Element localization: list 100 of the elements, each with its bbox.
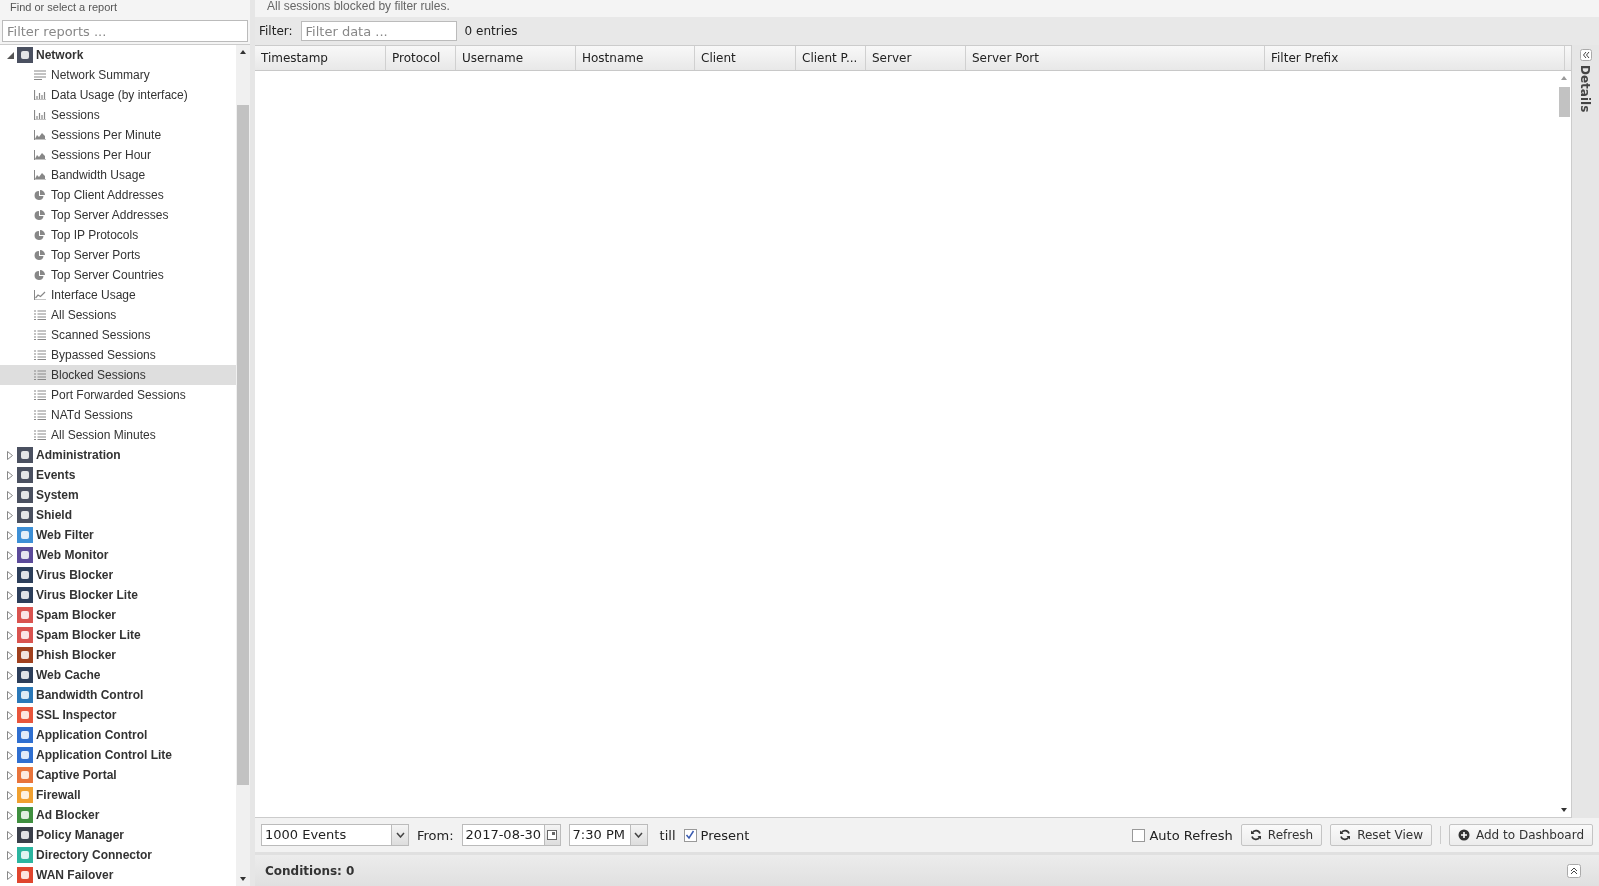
search-field[interactable]: Filter reports ... xyxy=(2,20,248,42)
expand-icon[interactable] xyxy=(5,490,15,500)
report-item[interactable]: Network Summary xyxy=(0,65,236,85)
report-item[interactable]: Interface Usage xyxy=(0,285,236,305)
filter-label: Filter: xyxy=(259,24,293,38)
tree-category[interactable]: Virus Blocker Lite xyxy=(36,588,138,602)
column-header[interactable]: Username xyxy=(456,46,576,70)
report-item[interactable]: Sessions xyxy=(0,105,236,125)
report-item[interactable]: Sessions Per Hour xyxy=(0,145,236,165)
expand-icon[interactable] xyxy=(5,470,15,480)
expand-icon[interactable] xyxy=(5,670,15,680)
scroll-thumb[interactable] xyxy=(1558,87,1570,117)
tree-category[interactable]: Events xyxy=(36,468,76,482)
tree-category[interactable]: Captive Portal xyxy=(36,768,117,782)
report-item[interactable]: All Sessions xyxy=(0,305,236,325)
toolbar-button[interactable]: Refresh xyxy=(1240,824,1323,846)
scrollbar[interactable] xyxy=(236,45,250,886)
report-item[interactable]: Top Client Addresses xyxy=(0,185,236,205)
report-item[interactable]: Bandwidth Usage xyxy=(0,165,236,185)
expand-icon[interactable] xyxy=(5,750,15,760)
expand-icon[interactable] xyxy=(5,550,15,560)
tree-category[interactable]: Application Control Lite xyxy=(36,748,172,762)
collapse-left-icon[interactable] xyxy=(1579,49,1592,61)
list-icon xyxy=(34,430,46,440)
toolbar-button[interactable]: Reset View xyxy=(1330,824,1432,846)
tree-category[interactable]: Web Cache xyxy=(36,668,101,682)
tree-category[interactable]: Web Monitor xyxy=(36,548,109,562)
check-icon xyxy=(685,830,696,840)
report-item[interactable]: Top IP Protocols xyxy=(0,225,236,245)
tree-category[interactable]: Spam Blocker xyxy=(36,608,117,622)
report-item[interactable]: Top Server Ports xyxy=(0,245,236,265)
scroll-down-icon[interactable] xyxy=(237,875,249,883)
report-item[interactable]: Port Forwarded Sessions xyxy=(0,385,236,405)
calendar-icon xyxy=(547,830,558,840)
expand-icon[interactable] xyxy=(5,570,15,580)
tree-category[interactable]: WAN Failover xyxy=(36,868,114,882)
tree-category[interactable]: Application Control xyxy=(36,728,148,742)
expand-icon[interactable] xyxy=(5,730,15,740)
tree-category[interactable]: Directory Connector xyxy=(36,848,153,862)
expand-icon[interactable] xyxy=(5,830,15,840)
report-item[interactable]: Top Server Countries xyxy=(0,265,236,285)
report-item[interactable]: Blocked Sessions xyxy=(0,365,236,385)
column-header[interactable]: Server Port xyxy=(966,46,1265,70)
pie-chart-icon xyxy=(34,209,45,221)
auto-refresh-checkbox[interactable]: Auto Refresh xyxy=(1132,827,1233,843)
report-item[interactable]: NATd Sessions xyxy=(0,405,236,425)
expand-icon[interactable] xyxy=(5,630,15,640)
expand-icon[interactable] xyxy=(5,450,15,460)
expand-icon[interactable] xyxy=(5,590,15,600)
column-header[interactable]: Filter Prefix xyxy=(1265,46,1565,70)
expand-icon[interactable] xyxy=(5,770,15,780)
tree-category[interactable]: Ad Blocker xyxy=(36,808,100,822)
expand-icon[interactable] xyxy=(5,710,15,720)
scroll-down-icon[interactable] xyxy=(1558,806,1570,814)
report-item[interactable]: Data Usage (by interface) xyxy=(0,85,236,105)
expand-up-icon[interactable] xyxy=(1567,863,1581,878)
present-checkbox[interactable]: Present xyxy=(683,827,750,843)
collapse-icon[interactable] xyxy=(5,51,15,59)
tree-category[interactable]: Bandwidth Control xyxy=(36,688,144,702)
expand-icon[interactable] xyxy=(5,850,15,860)
toolbar-button[interactable]: Add to Dashboard xyxy=(1449,824,1593,846)
time-dropdown[interactable]: 7:30 PM xyxy=(568,824,648,846)
scroll-thumb[interactable] xyxy=(237,105,249,785)
expand-icon[interactable] xyxy=(5,810,15,820)
tree-category[interactable]: Policy Manager xyxy=(36,828,125,842)
column-header[interactable]: Client xyxy=(695,46,796,70)
report-item[interactable]: Sessions Per Minute xyxy=(0,125,236,145)
report-item[interactable]: Scanned Sessions xyxy=(0,325,236,345)
scroll-up-icon[interactable] xyxy=(237,48,249,56)
tree-category[interactable]: Phish Blocker xyxy=(36,648,117,662)
column-header[interactable]: Protocol xyxy=(386,46,456,70)
tree-category[interactable]: Firewall xyxy=(36,788,81,802)
tree-category[interactable]: Virus Blocker xyxy=(36,568,114,582)
column-header[interactable]: Hostname xyxy=(576,46,695,70)
expand-icon[interactable] xyxy=(5,650,15,660)
refresh-icon xyxy=(1339,829,1352,841)
limit-dropdown[interactable]: 1000 Events xyxy=(261,824,409,846)
tree-category[interactable]: Web Filter xyxy=(36,528,94,542)
area-chart-icon xyxy=(34,170,46,180)
tree-category[interactable]: SSL Inspector xyxy=(36,708,117,722)
report-item[interactable]: Top Server Addresses xyxy=(0,205,236,225)
tree-category[interactable]: Spam Blocker Lite xyxy=(36,628,141,642)
filter-field[interactable]: Filter data ... xyxy=(300,21,457,41)
tree-category[interactable]: Network xyxy=(36,48,84,62)
column-header[interactable]: Timestamp xyxy=(255,46,386,70)
tree-category[interactable]: Shield xyxy=(36,508,72,522)
expand-icon[interactable] xyxy=(5,790,15,800)
expand-icon[interactable] xyxy=(5,610,15,620)
tree-category[interactable]: Administration xyxy=(36,448,121,462)
line-chart-icon xyxy=(34,290,46,300)
tree-category[interactable]: System xyxy=(36,488,79,502)
report-item[interactable]: Bypassed Sessions xyxy=(0,345,236,365)
report-item[interactable]: All Session Minutes xyxy=(0,425,236,445)
date-field[interactable]: 2017-08-30 xyxy=(461,824,561,846)
expand-icon[interactable] xyxy=(5,870,15,880)
column-header[interactable]: Client P... xyxy=(796,46,866,70)
expand-icon[interactable] xyxy=(5,530,15,540)
column-header[interactable]: Server xyxy=(866,46,966,70)
expand-icon[interactable] xyxy=(5,690,15,700)
expand-icon[interactable] xyxy=(5,510,15,520)
